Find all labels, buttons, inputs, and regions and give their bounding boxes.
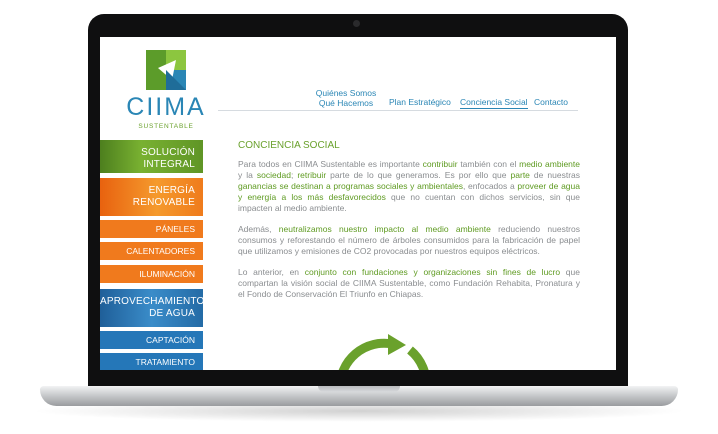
paragraph-1: Para todos en CIIMA Sustentable es impor… <box>238 159 580 214</box>
highlight-text: ganancias se destinan a programas social… <box>238 181 463 191</box>
sidebar-item-solucion-integral[interactable]: SOLUCIÓN INTEGRAL <box>100 140 203 173</box>
body-text: parte de lo que generamos. Es por ello q… <box>326 170 511 180</box>
sidebar-label: DE AGUA <box>149 308 195 319</box>
sidebar-label: APROVECHAMIENTO <box>100 296 205 307</box>
highlight-text: neutralizamos nuestro impacto al medio a… <box>278 224 491 234</box>
body-text: Lo anterior, en <box>238 267 305 277</box>
logo-name: CIIMA <box>126 93 206 121</box>
sidebar-label: SOLUCIÓN <box>141 147 195 158</box>
nav-que-hacemos[interactable]: Qué Hacemos <box>310 98 382 108</box>
page-title: CONCIENCIA SOCIAL <box>238 140 340 151</box>
body-text: y la <box>238 170 257 180</box>
highlight-text: sociedad <box>256 170 291 180</box>
nav-plan-estrategico[interactable]: Plan Estratégico <box>389 97 451 107</box>
sidebar-item-calentadores[interactable]: CALENTADORES <box>100 242 203 260</box>
laptop-notch <box>318 386 400 392</box>
body-text: Además, <box>238 224 279 234</box>
highlight-text: conjunto con fundaciones y organizacione… <box>304 267 561 277</box>
nav-conciencia-social[interactable]: Conciencia Social <box>460 97 528 109</box>
sidebar-label: INTEGRAL <box>143 159 195 170</box>
nav-stack: Quiénes Somos Qué Hacemos <box>310 88 382 108</box>
body-text: de nuestras <box>529 170 581 180</box>
highlight-text: contribuir <box>422 159 458 169</box>
body-text: también con el <box>457 159 520 169</box>
body-text: , enfocados a <box>462 181 518 191</box>
ciima-logo[interactable]: CIIMA SUSTENTABLE <box>122 47 212 137</box>
recycle-arrows-icon <box>338 334 429 370</box>
main-content: CONCIENCIA SOCIAL Para todos en CIIMA Su… <box>238 140 580 310</box>
sidebar-label: RENOVABLE <box>132 197 195 208</box>
website-screen: CIIMA SUSTENTABLE Quiénes Somos Qué Hace… <box>100 37 616 370</box>
body-text: Para todos en CIIMA Sustentable es impor… <box>238 159 423 169</box>
paragraph-2: Además, neutralizamos nuestro impacto al… <box>238 224 580 257</box>
sidebar-item-aprovechamiento-de-agua[interactable]: APROVECHAMIENTO DE AGUA <box>100 289 205 327</box>
sidebar-item-energia-renovable[interactable]: ENERGÍA RENOVABLE <box>100 178 203 216</box>
sidebar-label: ENERGÍA <box>148 185 195 196</box>
highlight-text: medio ambiente <box>519 159 580 169</box>
nav-divider <box>218 110 578 111</box>
nav-contacto[interactable]: Contacto <box>534 97 568 107</box>
highlight-text: retribuir <box>297 170 327 180</box>
camera-icon <box>353 20 360 27</box>
sidebar-item-tratamiento[interactable]: TRATAMIENTO <box>100 353 203 370</box>
paragraph-3: Lo anterior, en conjunto con fundaciones… <box>238 267 580 300</box>
sidebar-item-paneles[interactable]: PÁNELES <box>100 220 203 238</box>
logo-mark-icon <box>146 50 186 90</box>
nav-quienes-somos[interactable]: Quiénes Somos <box>310 88 382 98</box>
highlight-text: parte <box>510 170 530 180</box>
sidebar-item-captacion[interactable]: CAPTACIÓN <box>100 331 203 349</box>
sidebar-item-iluminacion[interactable]: ILUMINACIÓN <box>100 265 203 283</box>
logo-tagline: SUSTENTABLE <box>138 123 194 130</box>
